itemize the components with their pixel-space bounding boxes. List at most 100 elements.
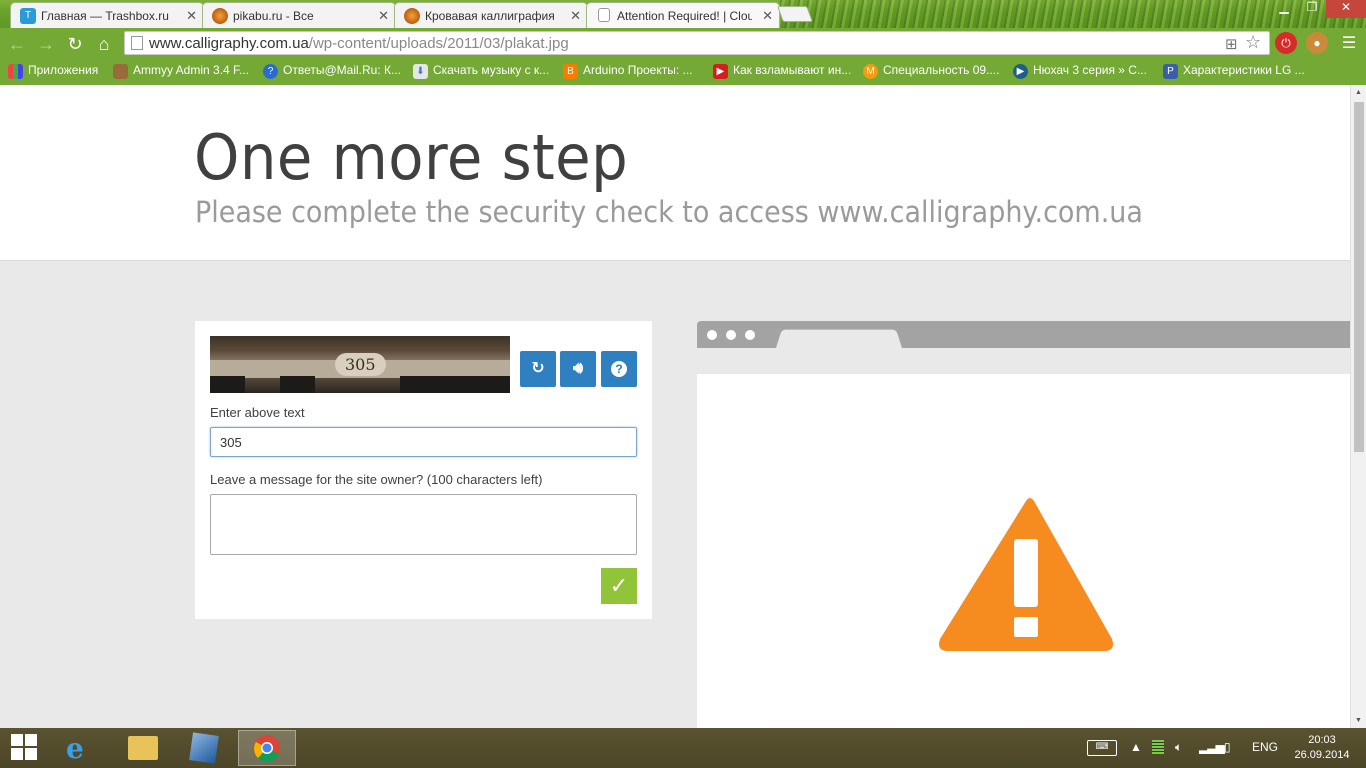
volume-icon[interactable]: 🔈︎ [1175, 740, 1182, 755]
scroll-up-icon[interactable]: ▲ [1355, 89, 1362, 96]
adblock-icon[interactable]: ⏻ [1275, 32, 1297, 54]
captcha-input[interactable]: 305 [210, 427, 637, 457]
pikabu-icon [212, 8, 228, 24]
bookmark-label: Ответы@Mail.Ru: К... [283, 63, 401, 77]
bookmark-item[interactable]: ▶ Как взламывают ин... [713, 63, 851, 81]
bookmark-label: Как взламывают ин... [733, 63, 852, 77]
bookmark-apps[interactable]: Приложения [8, 63, 98, 81]
tab-trashbox[interactable]: T Главная — Trashbox.ru ✕ [10, 2, 204, 28]
checkmark-icon: ✓ [609, 573, 629, 598]
page-subtitle: Please complete the security check to ac… [195, 195, 1143, 229]
keyboard-icon[interactable]: ⌨ [1087, 740, 1117, 756]
address-bar[interactable]: www.calligraphy.com.ua/wp-content/upload… [124, 31, 1270, 55]
bookmark-label: Приложения [28, 63, 99, 77]
play-circle-icon: ▶ [1013, 64, 1028, 79]
url-text[interactable]: www.calligraphy.com.ua/wp-content/upload… [149, 35, 569, 52]
bookmark-item[interactable]: ? Ответы@Mail.Ru: К... [263, 63, 401, 81]
language-indicator[interactable]: ENG [1252, 740, 1278, 754]
internet-explorer-button[interactable]: e [53, 730, 111, 766]
menu-icon[interactable]: ☰ [1338, 33, 1360, 55]
star-icon[interactable]: ☆ [1245, 32, 1261, 53]
url-path: /wp-content/uploads/2011/03/plakat.jpg [308, 35, 569, 52]
question-icon: ? [611, 361, 627, 377]
illustration-tab [775, 329, 903, 349]
home-icon[interactable]: ⌂ [93, 33, 115, 55]
illustration-toolbar [697, 321, 1350, 349]
bookmark-item[interactable]: B Arduino Проекты: ... [563, 63, 693, 81]
pikabu-icon [404, 8, 420, 24]
clock[interactable]: 20:03 26.09.2014 [1290, 733, 1354, 763]
tab-label: pikabu.ru - Все [233, 9, 314, 23]
header-panel: One more step Please complete the securi… [0, 85, 1350, 261]
download-icon: ⬇ [413, 64, 428, 79]
clock-time: 20:03 [1308, 734, 1336, 746]
bookmark-item[interactable]: P Характеристики LG ... [1163, 63, 1305, 81]
chrome-button[interactable] [238, 730, 296, 766]
reload-icon[interactable]: ↻ [64, 33, 86, 55]
enter-text-label: Enter above text [210, 405, 305, 420]
captcha-shadow [280, 376, 315, 393]
windows-taskbar: e ⌨ ▲ 🔈︎ ▂▃▅ ▯ ENG 20:03 26.09.2014 [0, 728, 1366, 768]
bookmarks-bar: Приложения Ammyy Admin 3.4 F... ? Ответы@… [0, 58, 1366, 85]
bookmark-item[interactable]: M Специальность 09.... [863, 63, 999, 81]
bookmark-item[interactable]: Ammyy Admin 3.4 F... [113, 63, 249, 81]
restore-icon[interactable]: ❐ [1298, 0, 1326, 18]
bookmark-label: Характеристики LG ... [1183, 63, 1305, 77]
virtualbox-button[interactable] [175, 730, 233, 766]
blogger-icon: B [563, 64, 578, 79]
close-icon[interactable]: ✕ [762, 8, 773, 24]
page-content: One more step Please complete the securi… [0, 85, 1350, 728]
captcha-text: 305 [335, 353, 386, 376]
minimize-icon[interactable]: ▁ [1270, 0, 1298, 18]
bookmark-label: Нюхач 3 серия » С... [1033, 63, 1147, 77]
close-window-icon[interactable]: ✕ [1326, 0, 1366, 18]
file-explorer-button[interactable] [114, 730, 172, 766]
submit-button[interactable]: ✓ [601, 568, 637, 604]
back-icon[interactable]: ← [6, 33, 28, 55]
new-tab-button[interactable] [777, 6, 813, 22]
virtualbox-icon [189, 732, 219, 764]
document-icon: P [1163, 64, 1178, 79]
refresh-icon: ↻ [531, 360, 545, 377]
bookmark-item[interactable]: ⬇ Скачать музыку с к... [413, 63, 549, 81]
m-logo-icon: M [863, 64, 878, 79]
chrome-icon [254, 735, 280, 762]
show-hidden-icons-icon[interactable]: ▲ [1130, 740, 1142, 754]
tab-pikabu[interactable]: pikabu.ru - Все ✕ [202, 2, 396, 28]
captcha-shadow [400, 376, 510, 393]
message-label: Leave a message for the site owner? (100… [210, 472, 543, 487]
warning-icon [939, 498, 1113, 651]
network-icon[interactable]: ▂▃▅ [1199, 740, 1225, 754]
start-button[interactable] [0, 730, 50, 766]
ammyy-icon [113, 64, 128, 79]
scroll-down-icon[interactable]: ▼ [1355, 717, 1362, 724]
scroll-thumb[interactable] [1354, 102, 1364, 452]
bookmark-item[interactable]: ▶ Нюхач 3 серия » С... [1013, 63, 1147, 81]
cookie-icon[interactable]: ● [1306, 32, 1328, 54]
message-textarea[interactable] [210, 494, 637, 555]
refresh-captcha-button[interactable]: ↻ [520, 351, 556, 387]
tab-attention-required[interactable]: Attention Required! | Clou ✕ [586, 2, 780, 28]
close-icon[interactable]: ✕ [570, 8, 581, 24]
windows-logo-icon [11, 734, 37, 760]
captcha-image: 305 [210, 336, 510, 393]
apps-icon [8, 64, 23, 79]
ie-icon: e [66, 732, 84, 765]
translate-icon[interactable]: ⊞ [1225, 35, 1238, 53]
bookmark-label: Arduino Проекты: ... [583, 63, 693, 77]
help-captcha-button[interactable]: ? [601, 351, 637, 387]
battery-icon[interactable]: ▯ [1224, 740, 1231, 754]
close-icon[interactable]: ✕ [186, 8, 197, 24]
folder-icon [128, 736, 158, 760]
tab-calligraphy-blog[interactable]: Кровавая каллиграфия ✕ [394, 2, 588, 28]
browser-illustration [697, 321, 1350, 728]
audio-captcha-button[interactable]: 🔊︎ [560, 351, 596, 387]
window-dot [745, 330, 755, 340]
tab-label: Attention Required! | Clou [617, 9, 752, 23]
close-icon[interactable]: ✕ [378, 8, 389, 24]
page-scrollbar[interactable]: ▲ ▼ [1350, 85, 1366, 728]
clock-date: 26.09.2014 [1294, 749, 1350, 761]
forward-icon[interactable]: → [35, 33, 57, 55]
page-title: One more step [194, 121, 629, 194]
monitor-icon[interactable] [1152, 740, 1164, 754]
